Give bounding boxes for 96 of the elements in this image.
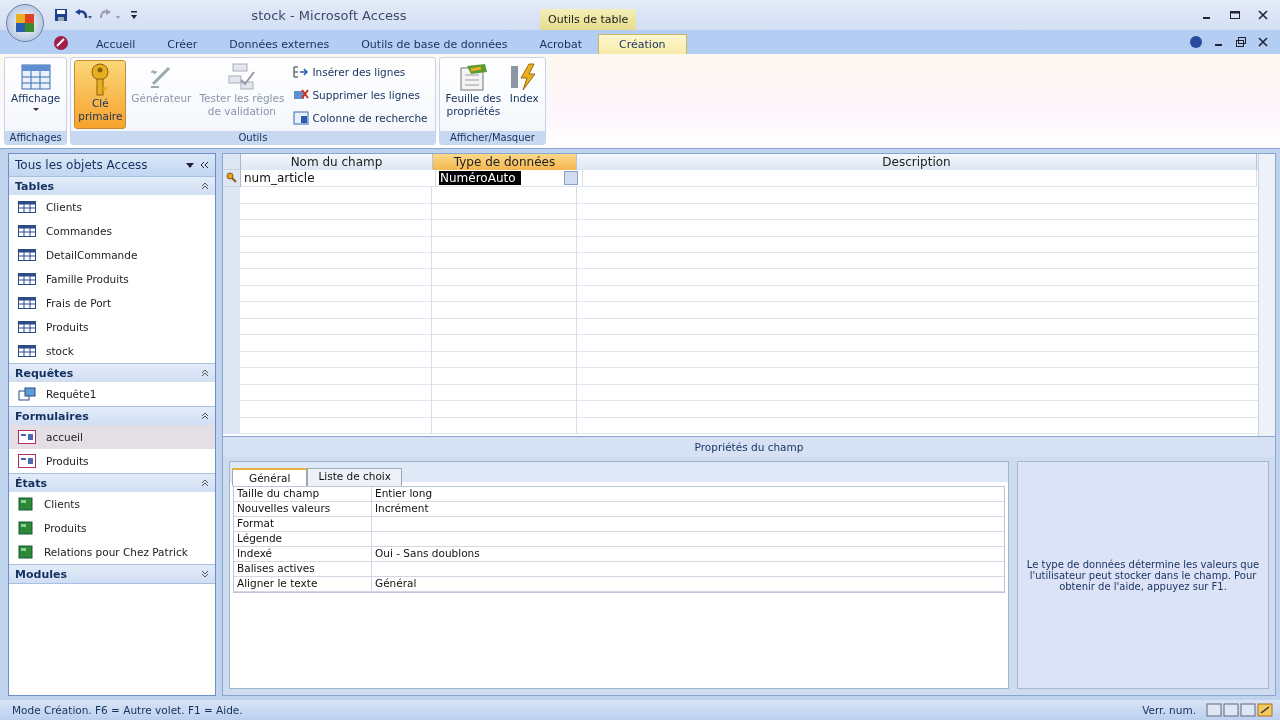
insert-rows-icon [293,64,310,79]
group-label: Affichages [5,131,67,144]
status-text: Mode Création. F6 = Autre volet. F1 = Aide. [12,704,243,716]
maximize-icon[interactable] [1229,9,1241,21]
view-buttons-drawing[interactable] [1206,703,1274,717]
data-type-dropdown[interactable]: NuméroAuto [436,170,583,187]
description-cell[interactable] [583,170,1257,187]
property-tab[interactable]: Liste de choix [307,468,402,486]
column-header[interactable]: Description [577,154,1257,170]
collapse-icon[interactable] [200,161,209,169]
ribbon-button[interactable]: Affichage [8,60,64,129]
report-icon [18,521,34,535]
group-header[interactable]: Tables [9,176,215,195]
navigation-item[interactable]: Requête1 [9,382,215,406]
pane-title: Tous les objets Access [15,158,148,172]
ribbon-tab[interactable]: Données externes [213,35,346,54]
ribbon-tab[interactable]: Acrobat [523,35,599,54]
ribbon-button[interactable]: Feuille des propriétés [442,60,505,129]
navigation-pane-header[interactable]: Tous les objets Access [9,154,215,176]
navigation-item[interactable]: accueil [9,425,215,449]
chevron-icon[interactable] [201,412,209,420]
chevron-icon[interactable] [201,570,209,578]
window-title: stock - Microsoft Access [250,7,408,23]
navigation-item[interactable]: Clients [9,195,215,219]
property-value[interactable]: Incrément [372,502,1004,516]
table-icon [18,345,36,357]
property-value[interactable]: Oui - Sans doublons [372,547,1004,561]
table-icon [18,201,36,213]
report-icon [18,497,34,511]
navigation-item[interactable]: stock [9,339,215,363]
navigation-item[interactable]: Produits [9,315,215,339]
navigation-item[interactable]: DetailCommande [9,243,215,267]
ribbon-button[interactable]: Index [506,60,543,129]
navigation-item[interactable]: Produits [9,516,215,540]
group-header[interactable]: Modules [9,564,215,583]
help-icon[interactable] [1190,36,1202,48]
group-header[interactable]: Requêtes [9,363,215,382]
scrollbar[interactable] [1258,154,1275,436]
property-label: Nouvelles valeurs [234,502,372,516]
chevron-icon[interactable] [201,369,209,377]
caret-icon[interactable] [130,10,138,20]
properties-title: Propriétés du champ [223,436,1275,457]
property-label: Taille du champ [234,487,372,501]
ribbon-button[interactable]: Colonne de recherche [293,110,428,125]
navigation-item[interactable]: Commandes [9,219,215,243]
chevron-icon[interactable] [201,182,209,190]
table-icon [18,249,36,261]
chevron-icon[interactable] [201,479,209,487]
table-icon [19,62,52,92]
property-label: Aligner le texte [234,577,372,591]
ribbon-tab[interactable]: Création [598,34,687,54]
ribbon-button[interactable]: Insérer des lignes [293,64,428,79]
group-header[interactable]: États [9,473,215,492]
report-icon [18,545,34,559]
navigation-item[interactable]: Famille Produits [9,267,215,291]
ribbon-tab[interactable]: Créer [151,35,214,54]
ribbon-button[interactable]: Supprimer les lignes [293,87,428,102]
ribbon-tab[interactable]: Outils de base de données [345,35,524,54]
form-icon [18,430,36,444]
ribbon-tab[interactable]: Accueil [80,35,152,54]
status-indicator: Verr. num. [1142,704,1196,716]
ribbon-button[interactable]: Clé primaire [74,60,127,129]
delete-rows-icon [293,87,310,102]
restore-icon[interactable] [1235,36,1247,48]
query-icon [18,387,36,401]
close-icon[interactable] [1257,36,1269,48]
property-value[interactable]: Général [372,577,1004,591]
table-icon [18,321,36,333]
navigation-item[interactable]: Produits [9,449,215,473]
close-icon[interactable] [1257,9,1269,21]
navigation-item[interactable]: Frais de Port [9,291,215,315]
flowchart-icon [226,62,257,92]
property-label: Format [234,517,372,531]
group-header[interactable]: Formulaires [9,406,215,425]
help-text: Le type de données détermine les valeurs que l'utilisateur peut stocker dans le champ. Pour obtenir de l'aide, appuyez sur F1. [1025,558,1261,592]
office-button[interactable] [6,4,44,42]
property-label: Légende [234,532,372,546]
group-label: Outils [71,131,435,144]
navigation-item[interactable]: Clients [9,492,215,516]
lookup-column-icon [293,110,310,125]
context-tab-label: Outils de table [540,9,637,30]
property-label: Indexé [234,547,372,561]
table-icon [18,297,36,309]
field-name-cell[interactable]: num_article [241,170,436,187]
table-icon [18,273,36,285]
property-value[interactable]: Entier long [372,487,1004,501]
navigation-item[interactable]: Relations pour Chez Patrick [9,540,215,564]
property-label: Balises actives [234,562,372,576]
column-header[interactable]: Type de données [433,154,577,170]
form-icon [18,454,36,468]
group-label: Afficher/Masquer [439,131,546,144]
table-icon [18,225,36,237]
row-selector[interactable] [223,170,241,187]
property-sheet-icon [457,62,490,92]
property-tab[interactable]: Général [232,468,308,486]
save-icon[interactable] [54,8,68,22]
